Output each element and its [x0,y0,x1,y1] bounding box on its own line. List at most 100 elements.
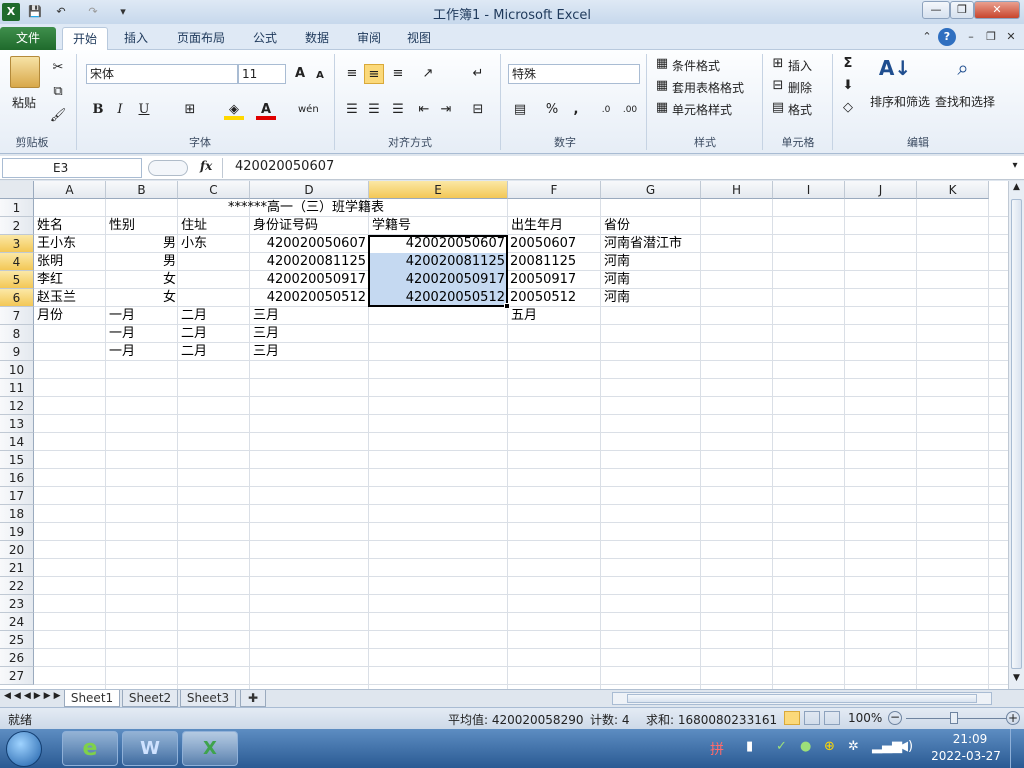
cell-e3[interactable]: 420020050607 [369,235,507,253]
formula-bar-grip[interactable] [148,160,188,176]
align-center-icon[interactable]: ☰ [364,100,384,120]
cell-b5[interactable]: 女 [106,271,178,289]
wrap-text-icon[interactable]: ↵ [468,64,488,84]
row-header-13[interactable]: 13 [0,415,34,433]
cell-g5[interactable]: 河南 [602,271,632,289]
column-header-i[interactable]: I [773,181,845,199]
row-header-11[interactable]: 11 [0,379,34,397]
row-header-3[interactable]: 3 [0,235,34,253]
sort-filter-button[interactable]: 排序和筛选 [870,93,930,110]
insert-function-icon[interactable]: fx [200,159,212,173]
cell-d2[interactable]: 身份证号码 [251,217,320,235]
underline-button[interactable]: U [134,100,154,120]
shrink-font-button[interactable]: A [310,66,330,86]
insert-cells-button[interactable]: 插入 [788,57,812,74]
row-header-19[interactable]: 19 [0,523,34,541]
row-header-8[interactable]: 8 [0,325,34,343]
scroll-thumb[interactable] [1011,199,1022,669]
increase-indent-icon[interactable]: ⇥ [436,100,456,120]
cell-d8[interactable]: 三月 [251,325,281,343]
vertical-scrollbar[interactable]: ▲ ▼ [1008,181,1024,689]
paste-button[interactable]: 粘贴 [12,94,36,111]
row-header-26[interactable]: 26 [0,649,34,667]
cell-a7[interactable]: 月份 [35,307,65,325]
row-header-23[interactable]: 23 [0,595,34,613]
show-desktop-button[interactable] [1010,729,1024,768]
comma-button[interactable]: , [566,100,586,120]
cell-f4[interactable]: 20081125 [508,253,578,271]
column-header-c[interactable]: C [178,181,250,199]
merge-center-icon[interactable]: ⊟ [468,100,488,120]
format-cells-button[interactable]: 格式 [788,101,812,118]
row-header-7[interactable]: 7 [0,307,34,325]
cell-f5[interactable]: 20050917 [508,271,578,289]
column-header-b[interactable]: B [106,181,178,199]
zoom-level[interactable]: 100% [848,711,882,725]
cell-b9[interactable]: 一月 [107,343,137,361]
row-header-5[interactable]: 5 [0,271,34,289]
cell-a6[interactable]: 赵玉兰 [35,289,78,307]
cell-f2[interactable]: 出生年月 [509,217,565,235]
conditional-format-button[interactable]: 条件格式 [672,57,720,74]
paste-icon[interactable] [10,56,40,88]
name-box[interactable]: E3 [2,158,142,178]
autosum-button[interactable]: Σ [838,54,858,74]
cell-styles-button[interactable]: 单元格样式 [672,101,732,118]
tray-plus-icon[interactable]: ⊕ [824,739,835,754]
taskbar-ie-button[interactable]: e [62,731,118,766]
doc-restore-icon[interactable]: ❐ [982,28,1000,46]
row-header-17[interactable]: 17 [0,487,34,505]
increase-decimal-icon[interactable]: .0 [596,100,616,120]
column-header-k[interactable]: K [917,181,989,199]
tray-tools-icon[interactable]: ✲ [848,739,859,754]
tab-formulas[interactable]: 公式 [244,27,286,50]
row-header-12[interactable]: 12 [0,397,34,415]
battery-icon[interactable]: ▮ [746,739,753,754]
row-header-20[interactable]: 20 [0,541,34,559]
cell-c2[interactable]: 住址 [179,217,209,235]
start-button[interactable] [6,731,42,767]
clock-date[interactable]: 2022-03-27 [928,749,1004,763]
normal-view-icon[interactable] [784,711,800,725]
cell-d5[interactable]: 420020050917 [250,271,368,289]
percent-button[interactable]: % [542,100,562,120]
tray-app-icon[interactable]: ● [800,739,811,754]
cell-g2[interactable]: 省份 [602,217,632,235]
align-right-icon[interactable]: ☰ [388,100,408,120]
fill-color-icon[interactable]: ◈ [224,100,244,120]
row-header-2[interactable]: 2 [0,217,34,235]
cell-d3[interactable]: 420020050607 [250,235,368,253]
cell-e2[interactable]: 学籍号 [370,217,413,235]
phonetic-icon[interactable]: wén [298,100,319,120]
cell-b7[interactable]: 一月 [107,307,137,325]
zoom-out-icon[interactable]: − [888,711,902,725]
cell-b2[interactable]: 性别 [107,217,137,235]
cell-b8[interactable]: 一月 [107,325,137,343]
bold-button[interactable]: B [88,100,108,120]
number-format-combo[interactable]: 特殊 [508,64,640,84]
row-header-1[interactable]: 1 [0,199,34,217]
horizontal-scrollbar[interactable] [612,692,992,705]
column-header-a[interactable]: A [34,181,106,199]
align-bottom-icon[interactable]: ≡ [388,64,408,84]
scroll-up-icon[interactable]: ▲ [1010,182,1023,196]
fill-icon[interactable]: ⬇ [838,76,858,96]
row-header-18[interactable]: 18 [0,505,34,523]
cell-c9[interactable]: 二月 [179,343,209,361]
orientation-icon[interactable]: ↗ [418,64,438,84]
minimize-button[interactable]: — [922,1,950,19]
cell-d1[interactable]: ******高一（三）班学籍表 [226,199,386,217]
clock-time[interactable]: 21:09 [940,732,1000,746]
row-header-21[interactable]: 21 [0,559,34,577]
cell-c8[interactable]: 二月 [179,325,209,343]
row-header-10[interactable]: 10 [0,361,34,379]
cell-d7[interactable]: 三月 [251,307,281,325]
help-icon[interactable]: ? [938,28,956,46]
row-header-6[interactable]: 6 [0,289,34,307]
row-header-15[interactable]: 15 [0,451,34,469]
border-icon[interactable]: ⊞ [180,100,200,120]
decrease-indent-icon[interactable]: ⇤ [414,100,434,120]
sheet-tab-3[interactable]: Sheet3 [180,690,236,707]
align-top-icon[interactable]: ≡ [342,64,362,84]
copy-icon[interactable]: ⧉ [48,82,68,102]
